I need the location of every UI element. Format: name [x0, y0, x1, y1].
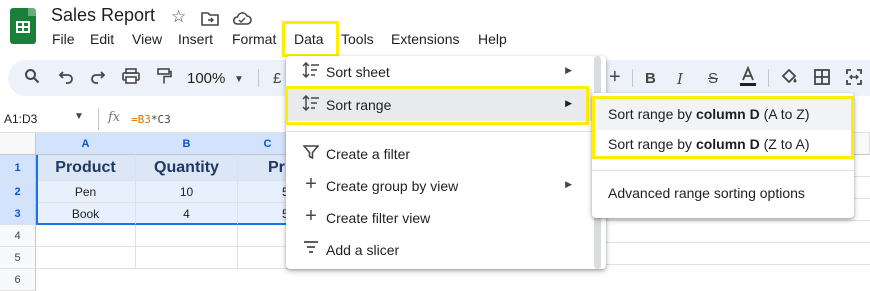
- cell-a2[interactable]: Pen: [36, 181, 136, 203]
- menu-item-sort-sheet[interactable]: Sort sheet ▶: [286, 56, 592, 88]
- cloud-status-icon[interactable]: [232, 10, 252, 30]
- formula-input[interactable]: =B3*C3: [131, 113, 171, 126]
- cell-a1[interactable]: Product: [36, 155, 136, 181]
- sort-options-highlight: [592, 96, 854, 159]
- row-header-2[interactable]: 2: [0, 181, 36, 203]
- column-header-a[interactable]: A: [36, 133, 136, 155]
- bold-icon[interactable]: B: [645, 69, 656, 89]
- increase-font-size-icon[interactable]: +: [609, 67, 621, 87]
- menu-format[interactable]: Format: [232, 31, 276, 47]
- column-header-b[interactable]: B: [136, 133, 238, 155]
- submenu-arrow-icon: ▶: [565, 179, 572, 189]
- strikethrough-icon[interactable]: S: [708, 69, 718, 89]
- cell-b2[interactable]: 10: [136, 181, 238, 203]
- star-icon[interactable]: ☆: [171, 8, 186, 26]
- undo-icon[interactable]: [58, 68, 74, 89]
- fill-color-icon[interactable]: [780, 67, 798, 92]
- name-box[interactable]: A1:D3: [4, 112, 37, 126]
- menu-view[interactable]: View: [132, 31, 162, 47]
- cell-b3[interactable]: 4: [136, 203, 238, 225]
- paint-format-icon[interactable]: [156, 68, 172, 89]
- row-header-5[interactable]: 5: [0, 247, 36, 269]
- filter-icon: [302, 144, 320, 166]
- menu-help[interactable]: Help: [478, 31, 507, 47]
- cell-b5[interactable]: [136, 247, 238, 269]
- borders-icon[interactable]: [814, 69, 830, 90]
- menu-insert[interactable]: Insert: [178, 31, 213, 47]
- advanced-range-sorting-options[interactable]: Advanced range sorting options: [592, 177, 854, 209]
- menu-extensions[interactable]: Extensions: [391, 31, 459, 47]
- data-menu-highlight: [282, 21, 339, 57]
- sort-range-highlight: [285, 86, 589, 125]
- menu-tools[interactable]: Tools: [341, 31, 374, 47]
- cell-b1[interactable]: Quantity: [136, 155, 238, 181]
- sheets-logo[interactable]: [10, 8, 36, 44]
- select-all-corner[interactable]: [0, 133, 36, 155]
- search-menus-icon[interactable]: [24, 68, 40, 89]
- document-title[interactable]: Sales Report: [51, 5, 155, 26]
- cell-a3[interactable]: Book: [36, 203, 136, 225]
- plus-icon: +: [305, 205, 317, 227]
- italic-icon[interactable]: I: [677, 69, 683, 89]
- merge-cells-icon[interactable]: [846, 69, 862, 90]
- zoom-dropdown-icon[interactable]: ▼: [234, 70, 244, 90]
- move-folder-icon[interactable]: [201, 10, 219, 30]
- menu-file[interactable]: File: [52, 31, 75, 47]
- row-header-6[interactable]: 6: [0, 269, 36, 291]
- cell-a5[interactable]: [36, 247, 136, 269]
- plus-icon: +: [305, 173, 317, 195]
- print-icon[interactable]: [122, 68, 140, 89]
- cell-b4[interactable]: [136, 225, 238, 247]
- sort-icon: [302, 61, 320, 84]
- menu-item-create-filter[interactable]: Create a filter: [286, 138, 592, 170]
- menu-item-create-filter-view[interactable]: + Create filter view: [286, 202, 592, 234]
- redo-icon[interactable]: [90, 68, 106, 89]
- row-header-3[interactable]: 3: [0, 203, 36, 225]
- menu-item-create-group-by-view[interactable]: + Create group by view ▶: [286, 170, 592, 202]
- submenu-arrow-icon: ▶: [565, 65, 572, 75]
- currency-button[interactable]: £: [273, 69, 281, 89]
- menu-edit[interactable]: Edit: [90, 31, 114, 47]
- selection-border: [36, 155, 38, 225]
- cell-a4[interactable]: [36, 225, 136, 247]
- name-box-dropdown-icon[interactable]: ▼: [74, 111, 84, 122]
- menu-item-add-slicer[interactable]: Add a slicer: [286, 234, 592, 266]
- text-color-icon[interactable]: [739, 65, 757, 93]
- zoom-select[interactable]: 100%: [187, 69, 225, 89]
- fx-icon: fx: [108, 110, 121, 125]
- slicer-icon: [302, 240, 320, 260]
- row-header-4[interactable]: 4: [0, 225, 36, 247]
- row-header-1[interactable]: 1: [0, 155, 36, 181]
